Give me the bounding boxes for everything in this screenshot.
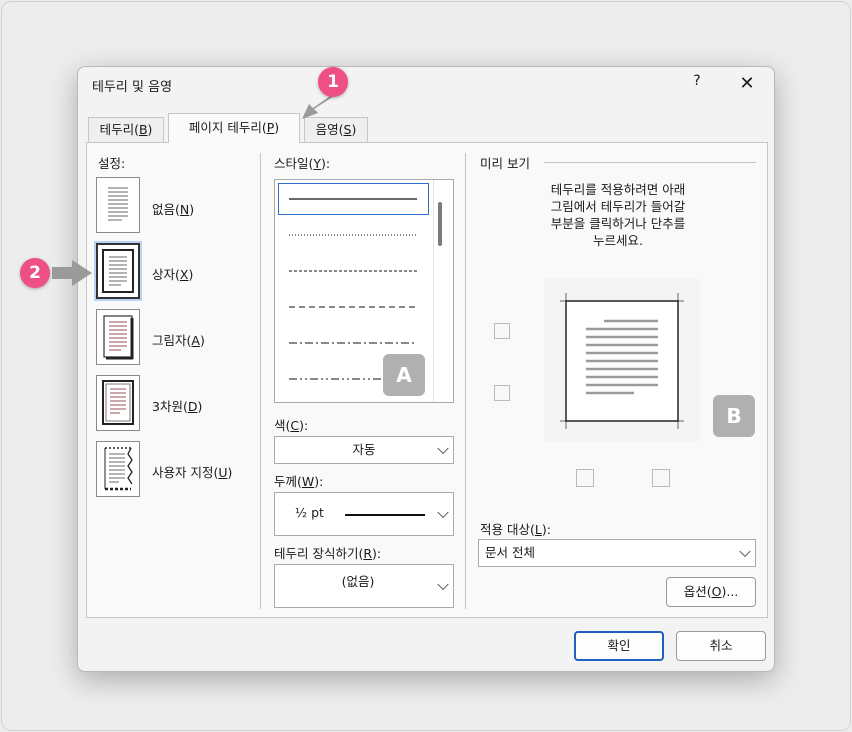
borders-and-shading-dialog: 테두리 및 음영 ? ✕ 테두리(B) 페이지 테두리(P) 음영(S) 1 설… [77,66,775,672]
page-custom-icon [104,447,133,491]
tab-page-border[interactable]: 페이지 테두리(P) [168,113,300,143]
page-3d-icon [102,380,134,425]
arrow-pointer-icon [52,260,92,286]
width-dropdown[interactable]: ½ pt [274,492,454,536]
art-heading: 테두리 장식하기(R): [274,546,382,561]
setting-box-label: 상자(X) [152,267,194,282]
setting-none-button[interactable] [96,177,140,233]
preview-area[interactable] [544,279,700,441]
setting-box-button[interactable] [96,243,140,299]
apply-to-dropdown[interactable]: 문서 전체 [478,539,756,567]
preview-instructions: 테두리를 적용하려면 아래 그림에서 테두리가 들어갈 부분을 클릭하거나 단추… [550,182,686,248]
setting-none-label: 없음(N) [152,202,195,217]
column-separator-1 [260,153,261,609]
chevron-down-icon [437,506,449,519]
scrollbar-track [433,180,434,402]
page-none-icon [108,187,128,221]
dialog-title: 테두리 및 음영 [92,80,173,95]
tab-borders[interactable]: 테두리(B) [88,117,164,142]
setting-3d-button[interactable] [96,375,140,431]
color-dropdown[interactable]: 자동 [274,436,454,464]
page-box-icon [102,249,134,293]
right-border-toggle-icon[interactable] [652,469,670,487]
color-heading: 색(C): [274,418,309,433]
setting-shadow-label: 그림자(A) [152,333,205,348]
left-border-toggle-icon[interactable] [576,469,594,487]
preview-page [560,293,684,429]
style-heading: 스타일(Y): [274,156,331,171]
settings-heading: 설정: [98,156,126,171]
apply-to-heading: 적용 대상(L): [480,522,551,537]
options-button[interactable]: 옵션(O)... [666,577,756,607]
preview-heading: 미리 보기 [480,156,530,171]
cancel-button[interactable]: 취소 [676,631,766,661]
top-border-toggle-icon[interactable] [494,323,510,339]
page-shadow-icon [103,315,134,360]
width-line-sample [345,514,425,516]
callout-tag-a: A [383,354,425,396]
ok-button[interactable]: 확인 [574,631,664,661]
scrollbar-thumb[interactable] [438,202,442,246]
art-dropdown[interactable]: (없음) [274,564,454,608]
column-separator-2 [465,153,466,609]
help-button[interactable]: ? [684,73,710,95]
width-heading: 두께(W): [274,474,324,489]
step-badge-2: 2 [20,258,50,288]
chevron-down-icon [437,442,449,455]
setting-custom-button[interactable] [96,441,140,497]
step-badge-1: 1 [318,67,348,97]
setting-shadow-button[interactable] [96,309,140,365]
style-listbox[interactable]: A [274,179,454,403]
close-button[interactable]: ✕ [734,72,760,96]
callout-tag-b: B [713,395,755,437]
preview-heading-rule [544,162,756,163]
chevron-down-icon [739,545,751,558]
setting-custom-label: 사용자 지정(U) [152,465,233,480]
bottom-border-toggle-icon[interactable] [494,385,510,401]
setting-3d-label: 3차원(D) [152,399,203,414]
